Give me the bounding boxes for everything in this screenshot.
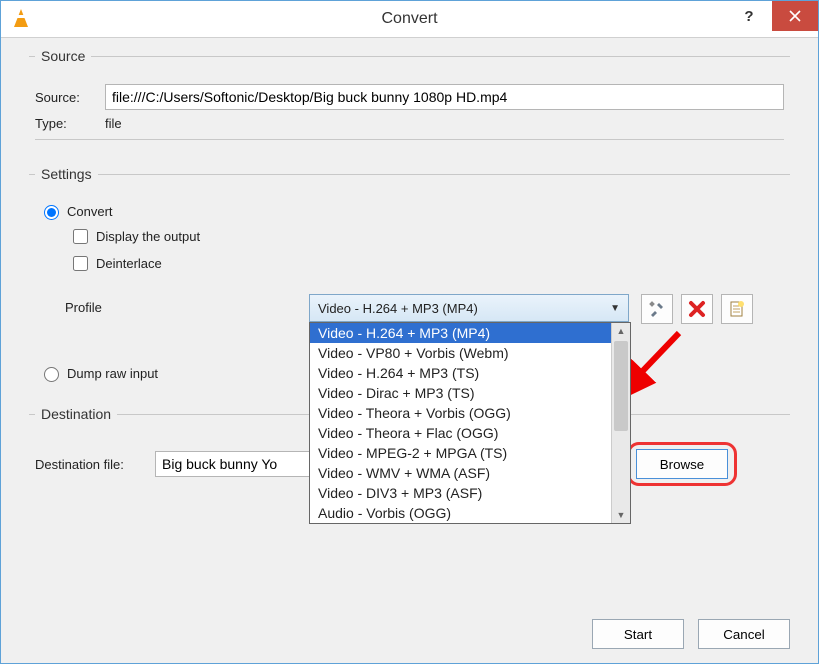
new-document-icon xyxy=(728,300,746,318)
cancel-button[interactable]: Cancel xyxy=(698,619,790,649)
close-button[interactable] xyxy=(772,1,818,31)
profile-selected[interactable]: Video - H.264 + MP3 (MP4) ▼ xyxy=(309,294,629,322)
tools-icon xyxy=(648,300,666,318)
scroll-up-icon[interactable]: ▲ xyxy=(612,323,630,339)
window-title: Convert xyxy=(1,10,818,28)
chevron-down-icon: ▼ xyxy=(610,303,620,314)
type-label: Type: xyxy=(35,116,105,131)
profile-dropdown-list: Video - H.264 + MP3 (MP4) Video - VP80 +… xyxy=(309,322,631,524)
display-output-checkbox[interactable] xyxy=(73,229,88,244)
source-group: Source Source: Type: file xyxy=(29,48,790,156)
type-value: file xyxy=(105,116,122,131)
new-profile-button[interactable] xyxy=(721,294,753,324)
divider xyxy=(35,139,784,140)
profile-option[interactable]: Video - H.264 + MP3 (TS) xyxy=(310,363,611,383)
dump-raw-radio[interactable] xyxy=(44,367,59,382)
dump-raw-label: Dump raw input xyxy=(67,366,158,381)
profile-option[interactable]: Video - MPEG-2 + MPGA (TS) xyxy=(310,443,611,463)
deinterlace-label: Deinterlace xyxy=(96,256,162,271)
profile-option[interactable]: Audio - Vorbis (OGG) xyxy=(310,503,611,523)
help-button[interactable]: ? xyxy=(726,1,772,31)
profile-option[interactable]: Video - WMV + WMA (ASF) xyxy=(310,463,611,483)
profile-option[interactable]: Video - VP80 + Vorbis (Webm) xyxy=(310,343,611,363)
scroll-down-icon[interactable]: ▼ xyxy=(612,507,630,523)
source-legend: Source xyxy=(35,48,91,64)
browse-highlight: Browse xyxy=(627,442,737,486)
profile-label: Profile xyxy=(65,294,185,315)
convert-radio[interactable] xyxy=(44,205,59,220)
edit-profile-button[interactable] xyxy=(641,294,673,324)
start-button[interactable]: Start xyxy=(592,619,684,649)
settings-legend: Settings xyxy=(35,166,98,182)
destination-legend: Destination xyxy=(35,406,117,422)
dropdown-scrollbar[interactable]: ▲ ▼ xyxy=(611,323,630,523)
delete-profile-button[interactable] xyxy=(681,294,713,324)
profile-option[interactable]: Video - Theora + Flac (OGG) xyxy=(310,423,611,443)
convert-dialog: Convert ? Source Source: Type: file Sett… xyxy=(0,0,819,664)
display-output-label: Display the output xyxy=(96,229,200,244)
delete-x-icon xyxy=(688,300,706,318)
titlebar: Convert ? xyxy=(1,1,818,38)
profile-option[interactable]: Video - Theora + Vorbis (OGG) xyxy=(310,403,611,423)
source-input[interactable] xyxy=(105,84,784,110)
deinterlace-checkbox[interactable] xyxy=(73,256,88,271)
profile-combobox[interactable]: Video - H.264 + MP3 (MP4) ▼ Video - H.26… xyxy=(309,294,629,322)
source-label: Source: xyxy=(35,90,105,105)
profile-option[interactable]: Video - DIV3 + MP3 (ASF) xyxy=(310,483,611,503)
convert-label: Convert xyxy=(67,204,113,219)
browse-button[interactable]: Browse xyxy=(636,449,728,479)
scroll-thumb[interactable] xyxy=(614,341,628,431)
destination-file-label: Destination file: xyxy=(35,457,155,472)
settings-group: Settings Convert Display the output Dein… xyxy=(29,166,790,396)
profile-option[interactable]: Video - H.264 + MP3 (MP4) xyxy=(310,323,611,343)
profile-option[interactable]: Video - Dirac + MP3 (TS) xyxy=(310,383,611,403)
